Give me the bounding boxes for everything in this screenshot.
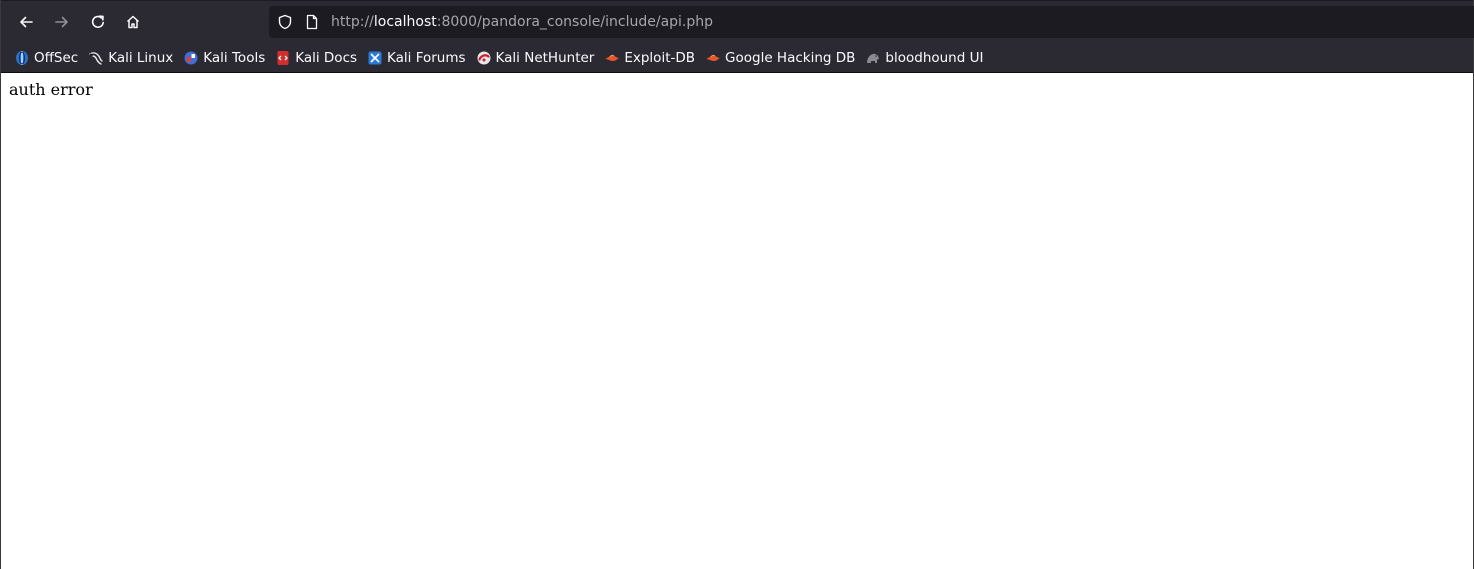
bookmark-kali-nethunter[interactable]: Kali NetHunter bbox=[474, 46, 599, 70]
bookmark-google-hacking-db[interactable]: Google Hacking DB bbox=[703, 46, 859, 70]
offsec-icon bbox=[14, 50, 30, 66]
bookmark-label: Kali NetHunter bbox=[495, 50, 595, 66]
bookmark-label: bloodhound UI bbox=[885, 50, 984, 66]
bookmark-bloodhound-ui[interactable]: bloodhound UI bbox=[863, 46, 987, 70]
page-icon[interactable] bbox=[304, 14, 320, 30]
browser-toolbar: http://localhost:8000/pandora_console/in… bbox=[1, 0, 1474, 44]
bookmark-exploit-db[interactable]: Exploit-DB bbox=[602, 46, 699, 70]
url-path: :8000/pandora_console/include/api.php bbox=[436, 14, 714, 30]
home-icon bbox=[126, 15, 140, 29]
url-host: localhost bbox=[373, 14, 437, 30]
bookmark-label: Kali Forums bbox=[387, 50, 466, 66]
bloodhound-icon bbox=[865, 50, 881, 66]
arrow-right-icon bbox=[55, 16, 68, 28]
url-bar[interactable]: http://localhost:8000/pandora_console/in… bbox=[269, 6, 1474, 38]
bookmark-label: Kali Docs bbox=[295, 50, 358, 66]
bookmark-offsec[interactable]: OffSec bbox=[12, 46, 82, 70]
arrow-left-icon bbox=[20, 16, 33, 28]
bookmarks-toolbar: OffSec Kali Linux Kali Tools Kali Docs K… bbox=[1, 44, 1473, 73]
bookmark-label: Kali Tools bbox=[203, 50, 266, 66]
bookmark-kali-forums[interactable]: Kali Forums bbox=[365, 46, 470, 70]
kali-docs-icon bbox=[275, 50, 291, 66]
reload-icon bbox=[91, 15, 104, 28]
bookmark-kali-docs[interactable]: Kali Docs bbox=[273, 46, 361, 70]
back-button[interactable] bbox=[11, 7, 41, 37]
url-text[interactable]: http://localhost:8000/pandora_console/in… bbox=[331, 6, 713, 38]
ghdb-icon bbox=[705, 50, 721, 66]
bookmark-kali-tools[interactable]: Kali Tools bbox=[181, 46, 269, 70]
url-scheme: http:// bbox=[331, 14, 374, 30]
bookmark-kali-linux[interactable]: Kali Linux bbox=[86, 46, 177, 70]
exploit-db-icon bbox=[604, 50, 620, 66]
kali-tools-icon bbox=[183, 50, 199, 66]
bookmark-label: Google Hacking DB bbox=[725, 50, 856, 66]
bookmark-label: OffSec bbox=[34, 50, 79, 66]
forward-button[interactable] bbox=[47, 7, 77, 37]
auth-error-text: auth error bbox=[9, 80, 93, 99]
kali-dragon-icon bbox=[88, 50, 104, 66]
browser-window: http://localhost:8000/pandora_console/in… bbox=[0, 0, 1474, 569]
page-content: auth error bbox=[1, 74, 1473, 569]
bookmark-label: Kali Linux bbox=[108, 50, 174, 66]
reload-button[interactable] bbox=[83, 7, 113, 37]
nethunter-icon bbox=[476, 50, 492, 66]
bookmark-label: Exploit-DB bbox=[624, 50, 696, 66]
kali-forums-icon bbox=[367, 50, 383, 66]
home-button[interactable] bbox=[118, 7, 148, 37]
tracking-shield-icon[interactable] bbox=[277, 14, 293, 30]
